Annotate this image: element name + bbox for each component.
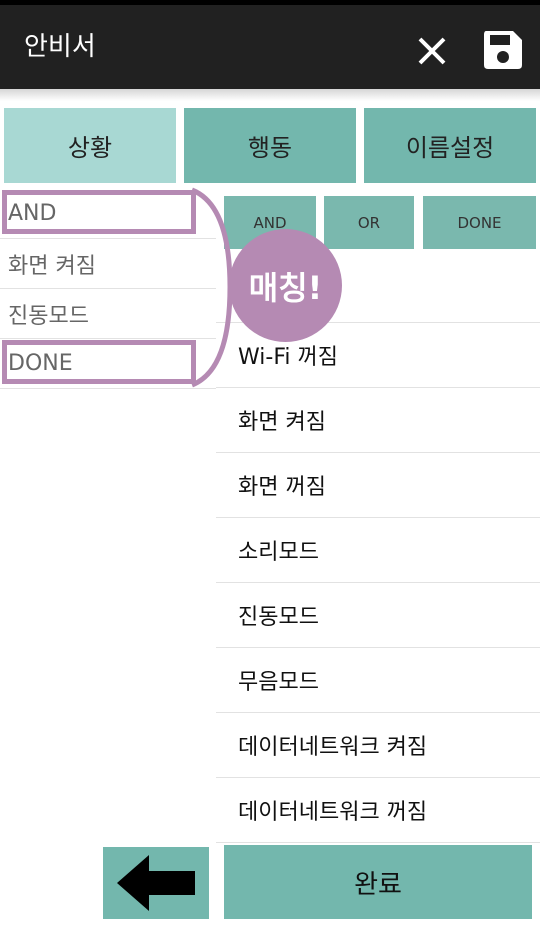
match-annotation-bubble: 매칭!	[229, 229, 342, 342]
app-title: 안비서	[24, 32, 96, 62]
tab-name-settings[interactable]: 이름설정	[364, 108, 536, 183]
app-bar: 안비서	[0, 0, 540, 89]
condition-item-and[interactable]: AND	[0, 189, 216, 239]
tab-action[interactable]: 행동	[184, 108, 356, 183]
app-bar-shadow	[0, 89, 540, 101]
action-item-data-network-on[interactable]: 데이터네트워크 켜짐	[216, 713, 540, 778]
condition-item-vibrate[interactable]: 진동모드	[0, 289, 216, 339]
close-icon	[418, 37, 446, 65]
back-button[interactable]	[103, 847, 209, 919]
arrow-left-icon	[117, 855, 195, 911]
save-icon	[484, 31, 522, 69]
action-item-screen-on[interactable]: 화면 켜짐	[216, 388, 540, 453]
close-button[interactable]	[410, 29, 454, 73]
action-item-screen-off[interactable]: 화면 꺼짐	[216, 453, 540, 518]
done-button[interactable]: 완료	[224, 845, 532, 919]
action-item-silent-mode[interactable]: 무음모드	[216, 648, 540, 713]
operator-done-button[interactable]: DONE	[423, 196, 536, 249]
tab-situation[interactable]: 상황	[4, 108, 176, 183]
action-list: Wi-Fi 켜짐 Wi-Fi 꺼짐 화면 켜짐 화면 꺼짐 소리모드 진동모드 …	[216, 258, 540, 843]
operator-or-button[interactable]: OR	[324, 196, 414, 249]
condition-item-done[interactable]: DONE	[0, 339, 216, 389]
condition-item-screen-on[interactable]: 화면 켜짐	[0, 239, 216, 289]
action-item-data-network-off[interactable]: 데이터네트워크 꺼짐	[216, 778, 540, 843]
action-item-sound-mode[interactable]: 소리모드	[216, 518, 540, 583]
action-item-vibrate-mode[interactable]: 진동모드	[216, 583, 540, 648]
save-button[interactable]	[480, 27, 526, 73]
condition-list: AND 화면 켜짐 진동모드 DONE	[0, 189, 216, 389]
